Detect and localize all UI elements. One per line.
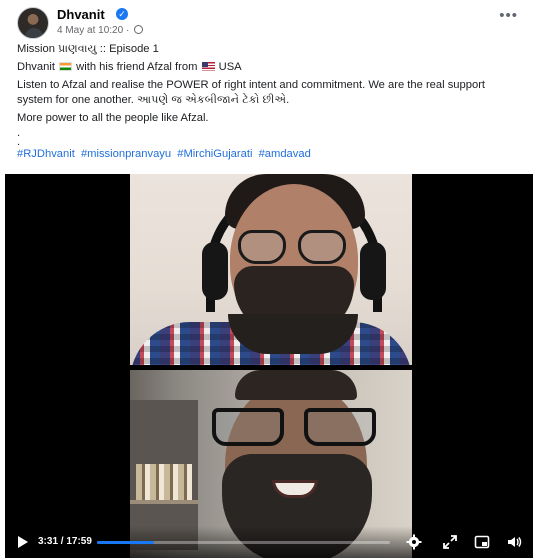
author-avatar[interactable] — [17, 7, 49, 39]
video-player[interactable]: 3:31 / 17:59 — [5, 174, 533, 558]
fullscreen-expand-icon[interactable] — [442, 534, 458, 550]
video-controls: 3:31 / 17:59 — [5, 526, 533, 558]
author-name[interactable]: Dhvanit — [57, 7, 105, 22]
progress-bar[interactable] — [97, 541, 390, 544]
separator-dot: . — [17, 136, 21, 149]
post-message: Listen to Afzal and realise the POWER of… — [17, 79, 486, 106]
post-intro-line: Dhvanit with his friend Afzal from USA — [17, 61, 242, 74]
usa-flag-icon — [201, 62, 215, 72]
post-timestamp[interactable]: 4 May at 10:20 — [57, 25, 123, 36]
post-title-line: Mission પ્રાણવાયુ :: Episode 1 — [17, 43, 159, 55]
settings-gear-icon[interactable] — [406, 534, 422, 550]
hashtag-link[interactable]: #missionpranvayu — [81, 148, 171, 160]
volume-icon[interactable] — [506, 534, 522, 550]
video-feed-host — [130, 174, 412, 365]
hashtag-link[interactable]: #amdavad — [259, 148, 311, 160]
picture-in-picture-icon[interactable] — [474, 534, 490, 550]
hashtag-link[interactable]: #RJDhvanit — [17, 148, 75, 160]
more-options-button[interactable]: ••• — [499, 8, 518, 23]
post-header: Dhvanit ✓ 4 May at 10:20 · ••• — [17, 6, 522, 40]
separator-dot: . — [17, 127, 21, 140]
india-flag-icon — [59, 62, 73, 72]
glasses-graphic — [212, 408, 382, 448]
globe-icon — [134, 25, 144, 34]
hashtag-list: #RJDhvanit #missionpranvayu #MirchiGujar… — [17, 147, 522, 161]
post-body: Mission પ્રાણવાયુ :: Episode 1 Dhvanit w… — [17, 42, 522, 165]
glasses-graphic — [238, 230, 350, 264]
verified-badge-icon: ✓ — [116, 8, 128, 20]
play-icon[interactable] — [18, 536, 28, 548]
post-meta: 4 May at 10:20 · — [57, 25, 144, 36]
hashtag-link[interactable]: #MirchiGujarati — [177, 148, 252, 160]
progress-fill — [97, 541, 155, 544]
video-time: 3:31 / 17:59 — [38, 536, 92, 547]
post-closing-line: More power to all the people like Afzal. — [17, 111, 209, 124]
